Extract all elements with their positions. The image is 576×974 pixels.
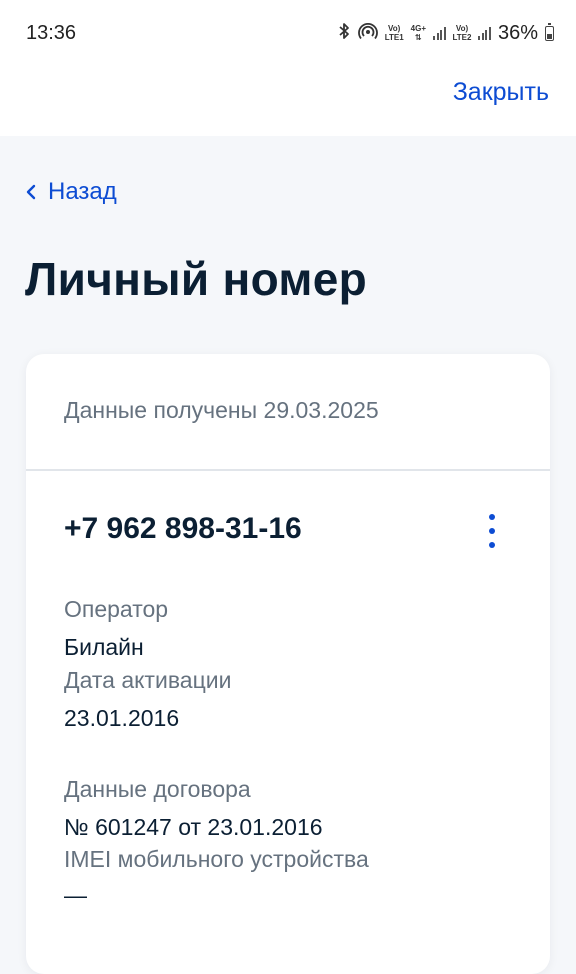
- activation-date-label: Дата активации: [64, 667, 232, 693]
- contract-value: № 601247 от 23.01.2016: [64, 814, 323, 840]
- network-4g-label: 4G+: [410, 24, 426, 33]
- imei-value: —: [64, 882, 87, 908]
- more-options-icon[interactable]: [480, 514, 504, 548]
- battery-icon: [545, 22, 554, 41]
- volte2-indicator: Vo) LTE2: [453, 24, 472, 42]
- status-time: 13:36: [26, 22, 77, 44]
- operator-value: Билайн: [64, 634, 144, 660]
- data-arrows-icon: ⇅: [414, 33, 422, 42]
- battery-percent: 36%: [497, 21, 538, 44]
- back-button[interactable]: Назад: [26, 178, 117, 206]
- data-received-date: Данные получены 29.03.2025: [64, 397, 379, 423]
- volte2-top: Vo): [455, 24, 469, 33]
- volte1-bottom: LTE1: [384, 33, 404, 42]
- top-bar: 13:36 Vo) LTE1 4G+ ⇅ Vo) LTE2 36% Закрыт…: [0, 0, 576, 136]
- signal-icon: [433, 26, 446, 40]
- back-label: Назад: [48, 178, 117, 205]
- card-divider: [26, 469, 550, 471]
- chevron-left-icon: [26, 184, 36, 200]
- volte1-indicator: Vo) LTE1: [385, 24, 404, 42]
- close-button[interactable]: Закрыть: [453, 78, 549, 107]
- phone-number: +7 962 898-31-16: [64, 512, 302, 545]
- hotspot-icon: [357, 22, 378, 45]
- network-4g-indicator: 4G+ ⇅: [411, 24, 426, 42]
- bluetooth-icon: [337, 22, 351, 45]
- imei-label: IMEI мобильного устройства: [64, 846, 369, 872]
- phone-card: Данные получены 29.03.2025 +7 962 898-31…: [26, 354, 550, 974]
- activation-date-value: 23.01.2016: [64, 705, 180, 731]
- status-icons: Vo) LTE1 4G+ ⇅ Vo) LTE2 36%: [337, 20, 554, 46]
- page-title: Личный номер: [25, 253, 367, 305]
- volte1-top: Vo): [388, 24, 401, 33]
- volte2-bottom: LTE2: [452, 33, 472, 42]
- operator-label: Оператор: [64, 596, 169, 622]
- contract-label: Данные договора: [64, 776, 251, 802]
- signal-icon-2: [478, 26, 491, 40]
